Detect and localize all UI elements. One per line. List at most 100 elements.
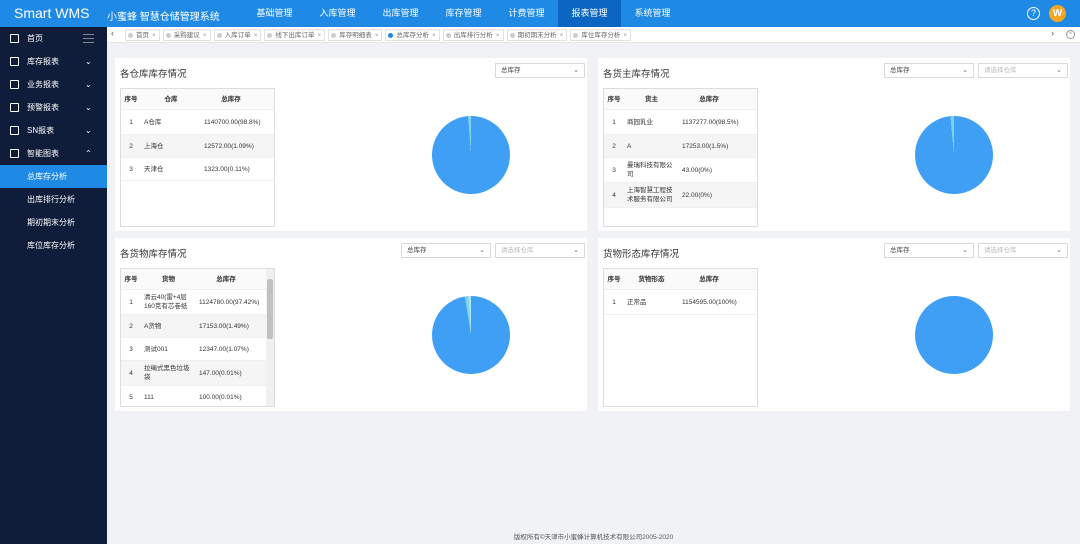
table-row: 3 测试001 12347.00(1.07%) bbox=[121, 338, 274, 361]
col-header-warehouse[interactable]: 仓库 bbox=[141, 89, 201, 109]
warehouse-inventory-panel: 各仓库库存情况 总库存 ⌄ 序号 仓库 总库存 1 A仓库 1140700.00(… bbox=[115, 58, 587, 231]
col-header-index: 序号 bbox=[607, 275, 621, 283]
close-icon[interactable]: × bbox=[203, 30, 207, 41]
select-placeholder: 请选择仓库 bbox=[984, 247, 1017, 254]
col-header-goods[interactable]: 货物 bbox=[141, 269, 196, 289]
tabs-bar: ‹ 首页 × 采购建议 × 入库订单 × 线下出库订单 × 库存明细表 × 总库存分析 × … bbox=[107, 27, 1080, 43]
tab-dot-icon bbox=[445, 32, 451, 38]
chevron-down-icon: ⌄ bbox=[85, 80, 92, 89]
sidebar-subitem-location-inventory[interactable]: 库位库存分析 bbox=[0, 234, 107, 257]
topnav-inbound[interactable]: 入库管理 bbox=[306, 0, 369, 27]
close-icon[interactable]: × bbox=[623, 30, 627, 41]
cell-index: 1 bbox=[612, 118, 616, 126]
col-header-index: 序号 bbox=[124, 95, 138, 103]
tab-inbound-order[interactable]: 入库订单 × bbox=[213, 29, 262, 41]
cell-total: 1124780.00(97.42%) bbox=[199, 298, 260, 306]
cell-warehouse: 天津仓 bbox=[144, 165, 164, 173]
col-header-total[interactable]: 总库存 bbox=[201, 89, 261, 109]
close-icon[interactable]: × bbox=[317, 30, 321, 41]
app-logo[interactable]: Smart WMS bbox=[14, 5, 89, 21]
table-row: 2 A货物 17153.00(1.49%) bbox=[121, 315, 274, 338]
cell-index: 1 bbox=[129, 118, 133, 126]
warehouse-table: 序号 仓库 总库存 1 A仓库 1140700.00(98.8%) 2 上海仓 … bbox=[120, 88, 275, 227]
inventory-type-select[interactable]: 总库存 ⌄ bbox=[495, 63, 585, 78]
sidebar-item-warning-report[interactable]: 预警报表 ⌄ bbox=[0, 96, 107, 119]
table-header: 序号 货物形态 总库存 bbox=[604, 269, 757, 290]
panel-title: 各仓库库存情况 bbox=[120, 69, 187, 80]
topnav-billing[interactable]: 计费管理 bbox=[495, 0, 558, 27]
table-row: 1 清云40(雷+4层160克有芯卷纸 1124780.00(97.42%) bbox=[121, 290, 274, 315]
col-header-total[interactable]: 总库存 bbox=[679, 89, 739, 109]
cell-total: 1140700.00(98.8%) bbox=[204, 118, 261, 126]
topnav-system[interactable]: 系统管理 bbox=[621, 0, 684, 27]
inventory-type-select[interactable]: 总库存 ⌄ bbox=[884, 243, 974, 258]
close-all-icon[interactable]: × bbox=[1066, 30, 1075, 39]
table-scrollbar[interactable] bbox=[266, 269, 274, 406]
tab-inventory-detail[interactable]: 库存明细表 × bbox=[328, 29, 383, 41]
tab-location-inventory[interactable]: 库位库存分析 × bbox=[570, 29, 632, 41]
cell-index: 2 bbox=[612, 142, 616, 150]
chevron-down-icon: ⌄ bbox=[479, 247, 485, 254]
avatar[interactable]: W bbox=[1049, 5, 1066, 22]
sidebar-item-inventory-report[interactable]: 库存报表 ⌄ bbox=[0, 50, 107, 73]
tab-purchase-suggestion[interactable]: 采购建议 × bbox=[162, 29, 211, 41]
tab-period-analysis[interactable]: 期初期末分析 × bbox=[506, 29, 568, 41]
sidebar-item-sn-report[interactable]: SN报表 ⌄ bbox=[0, 119, 107, 142]
cell-goods: 测试001 bbox=[144, 345, 168, 353]
tab-dot-icon bbox=[509, 32, 515, 38]
sidebar-item-smart-chart[interactable]: 智能图表 ⌃ bbox=[0, 142, 107, 165]
warehouse-select[interactable]: 请选择仓库 ⌄ bbox=[978, 243, 1068, 258]
table-row: 5 111 100.00(0.01%) bbox=[121, 386, 274, 406]
col-header-owner[interactable]: 货主 bbox=[624, 89, 679, 109]
col-header-index: 序号 bbox=[124, 275, 138, 283]
tab-home[interactable]: 首页 × bbox=[125, 29, 160, 41]
close-icon[interactable]: × bbox=[152, 30, 156, 41]
topnav-outbound[interactable]: 出库管理 bbox=[369, 0, 432, 27]
goods-inventory-panel: 各货物库存情况 总库存 ⌄ 请选择仓库 ⌄ 序号 货物 总库存 1 清云40(雷+4… bbox=[115, 238, 587, 411]
sidebar-item-business-report[interactable]: 业务报表 ⌄ bbox=[0, 73, 107, 96]
cell-goods: 拉绳式黑色垃圾袋 bbox=[144, 365, 190, 381]
cell-total: 22.00(0%) bbox=[682, 191, 712, 199]
col-header-goods-form[interactable]: 货物形态 bbox=[624, 269, 679, 289]
cell-index: 4 bbox=[129, 369, 133, 377]
footer: 版权所有©天津市小蜜蜂计算机技术有限公司2005-2020 bbox=[107, 532, 1080, 544]
topnav-basic[interactable]: 基础管理 bbox=[243, 0, 306, 27]
scrollbar-thumb[interactable] bbox=[267, 279, 273, 339]
table-row: 4 拉绳式黑色垃圾袋 147.00(0.01%) bbox=[121, 361, 274, 386]
close-icon[interactable]: × bbox=[375, 30, 379, 41]
topnav-reports[interactable]: 报表管理 bbox=[558, 0, 621, 27]
warehouse-select[interactable]: 请选择仓库 ⌄ bbox=[495, 243, 585, 258]
goods-pie-chart[interactable] bbox=[432, 296, 510, 374]
close-icon[interactable]: × bbox=[254, 30, 258, 41]
col-header-total[interactable]: 总库存 bbox=[196, 269, 256, 289]
sidebar-subitem-outbound-ranking[interactable]: 出库排行分析 bbox=[0, 188, 107, 211]
sidebar-item-home[interactable]: 首页 bbox=[0, 27, 107, 50]
col-header-total[interactable]: 总库存 bbox=[679, 269, 739, 289]
select-value: 总库存 bbox=[890, 247, 910, 254]
tab-total-inventory[interactable]: 总库存分析 × bbox=[385, 29, 440, 41]
close-icon[interactable]: × bbox=[560, 30, 564, 41]
sidebar-subitem-period-analysis[interactable]: 期初期末分析 bbox=[0, 211, 107, 234]
close-icon[interactable]: × bbox=[432, 30, 436, 41]
tab-list: 首页 × 采购建议 × 入库订单 × 线下出库订单 × 库存明细表 × 总库存分析 × 出库… bbox=[125, 29, 634, 41]
close-icon[interactable]: × bbox=[496, 30, 500, 41]
tab-label: 总库存分析 bbox=[396, 31, 429, 39]
chevron-down-icon: ⌄ bbox=[1056, 67, 1062, 74]
cell-goods: 清云40(雷+4层160克有芯卷纸 bbox=[144, 294, 188, 310]
inventory-type-select[interactable]: 总库存 ⌄ bbox=[401, 243, 491, 258]
col-header-index: 序号 bbox=[607, 95, 621, 103]
inventory-type-select[interactable]: 总库存 ⌄ bbox=[884, 63, 974, 78]
chevron-left-icon[interactable]: ‹ bbox=[111, 28, 114, 38]
warehouse-pie-chart[interactable] bbox=[432, 116, 510, 194]
tab-offline-outbound[interactable]: 线下出库订单 × bbox=[264, 29, 326, 41]
table-row: 2 A 17253.00(1.5%) bbox=[604, 135, 757, 158]
menu-toggle-icon[interactable] bbox=[83, 34, 94, 43]
topnav-inventory[interactable]: 库存管理 bbox=[432, 0, 495, 27]
tab-outbound-ranking[interactable]: 出库排行分析 × bbox=[442, 29, 504, 41]
goods-form-pie-chart[interactable] bbox=[915, 296, 993, 374]
owner-pie-chart[interactable] bbox=[915, 116, 993, 194]
chevron-right-icon[interactable]: › bbox=[1051, 28, 1054, 38]
sidebar-subitem-total-inventory[interactable]: 总库存分析 bbox=[0, 165, 107, 188]
help-icon[interactable]: ? bbox=[1027, 7, 1040, 20]
warehouse-select[interactable]: 请选择仓库 ⌄ bbox=[978, 63, 1068, 78]
